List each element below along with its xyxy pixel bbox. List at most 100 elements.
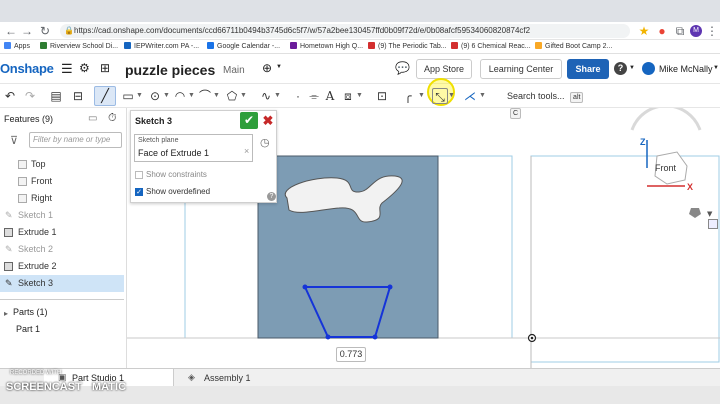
feature-item-extrude-2[interactable]: Extrude 2 [0, 258, 124, 275]
accept-check-icon[interactable]: ✔ [240, 112, 258, 129]
polygon-tool-icon[interactable]: ⬠ [224, 88, 240, 104]
chevron-down-icon[interactable]: ▼ [629, 65, 635, 71]
chevron-down-icon[interactable]: ▼ [213, 88, 220, 104]
fillet-tool-icon[interactable]: ╭ [400, 88, 416, 104]
bookmarks-bar: Apps Riverview School Di... IEPWriter.co… [0, 40, 720, 54]
star-icon[interactable]: ★ [637, 24, 651, 38]
chevron-down-icon[interactable]: ▼ [188, 88, 195, 104]
browser-menu-icon[interactable]: ⋮ [705, 24, 719, 38]
line-tool-icon[interactable]: ╱ [94, 86, 116, 106]
chevron-down-icon[interactable]: ▼ [274, 88, 281, 104]
undo-icon[interactable]: ↶ [2, 88, 18, 104]
chevron-down-icon[interactable]: ▼ [418, 88, 425, 104]
dimension-field[interactable]: 0.773 [336, 347, 366, 362]
collapse-chevron-icon[interactable]: ▸ [4, 309, 8, 318]
trim-tool-icon[interactable]: ⤡ [432, 88, 448, 104]
filter-input[interactable]: Filter by name or type [29, 132, 122, 148]
history-clock-icon[interactable]: ◷ [260, 136, 270, 149]
rollback-timer-icon[interactable]: ⏱ [108, 112, 117, 125]
extension-puzzle-icon[interactable]: ⧉ [673, 24, 687, 38]
chevron-down-icon[interactable]: ▼ [707, 210, 713, 218]
view-cube-front-label[interactable]: Front [655, 163, 676, 173]
constraint-tool-icon[interactable]: ⋌ [462, 88, 478, 104]
chevron-down-icon[interactable]: ▼ [713, 65, 719, 71]
image-tool-icon[interactable]: ⧈ [340, 88, 356, 104]
profile-avatar[interactable]: M [690, 25, 702, 37]
sketch-point[interactable] [387, 284, 393, 290]
part-item[interactable]: Part 1 [16, 324, 40, 334]
bookmark-periodic-table[interactable]: (9) The Periodic Tab... [368, 40, 448, 54]
chevron-down-icon[interactable]: ▼ [136, 88, 143, 104]
reload-icon[interactable]: ↻ [38, 24, 52, 38]
bookmark-chemical-reactions[interactable]: (9) 6 Chemical Reac... [451, 40, 531, 54]
rectangle-tool-icon[interactable]: ▭ [120, 88, 136, 104]
help-icon[interactable]: ? [267, 192, 276, 201]
url-field[interactable]: 🔒 https://cad.onshape.com/documents/ccd6… [60, 24, 630, 38]
branch-label: Main [223, 65, 245, 76]
chevron-down-icon[interactable]: ▼ [356, 88, 363, 104]
dxf-tool-icon[interactable]: ⊡ [374, 88, 390, 104]
globe-icon[interactable]: ⊕ [262, 62, 272, 75]
feature-item-extrude-1[interactable]: Extrude 1 [0, 224, 124, 241]
learning-center-button[interactable]: Learning Center [480, 59, 562, 79]
variables-icon[interactable]: ⊟ [70, 88, 86, 104]
chevron-down-icon[interactable]: ▼ [163, 88, 170, 104]
bookmark-apps[interactable]: Apps [4, 40, 30, 54]
app-store-button[interactable]: App Store [416, 59, 472, 79]
clear-selection-icon[interactable]: × [244, 146, 249, 156]
text-tool-icon[interactable]: A [322, 88, 338, 104]
chevron-down-icon[interactable]: ▼ [240, 88, 247, 104]
show-overdefined-checkbox[interactable]: ✓ [135, 188, 143, 196]
folder-icon[interactable]: ▭ [88, 113, 97, 124]
forward-icon[interactable]: → [20, 24, 34, 38]
user-name[interactable]: Mike McNally [659, 64, 713, 74]
named-views-icon[interactable] [708, 219, 718, 229]
back-icon[interactable]: ← [4, 24, 18, 38]
chevron-down-icon[interactable]: ▼ [448, 88, 455, 104]
sketch-point[interactable] [372, 334, 378, 340]
spline-tool-icon[interactable]: ∿ [258, 88, 274, 104]
parts-header[interactable]: Parts (1) [13, 307, 48, 317]
point-tool-icon[interactable]: · [290, 88, 306, 104]
bookmark-riverview[interactable]: Riverview School Di... [40, 40, 120, 54]
bookmark-gifted-boot-camp[interactable]: Gifted Boot Camp 2... [535, 40, 615, 54]
shortcut-alt: alt [570, 92, 584, 103]
sketch-point[interactable] [325, 334, 331, 340]
arc-tool-icon[interactable]: ◠ [172, 88, 188, 104]
user-avatar-icon[interactable] [642, 62, 655, 75]
feature-item-sketch-3[interactable]: ✎ Sketch 3 [0, 275, 124, 292]
help-icon[interactable]: ? [614, 62, 627, 75]
sketch-point[interactable] [302, 284, 308, 290]
bookmark-iepwriter[interactable]: IEPWriter.com PA -... [124, 40, 204, 54]
sketch-plane-box[interactable]: Sketch plane Face of Extrude 1 × [134, 134, 253, 162]
feature-item-top-plane[interactable]: Top [0, 156, 124, 173]
extension-icon[interactable]: ● [655, 24, 669, 38]
filter-icon[interactable]: ⊽ [10, 134, 18, 147]
construction-icon[interactable]: ⌯ [306, 88, 322, 104]
create-icon[interactable]: ⊞ [100, 62, 110, 75]
feature-item-front-plane[interactable]: Front [0, 173, 124, 190]
show-constraints-checkbox[interactable] [135, 171, 143, 179]
tab-assembly[interactable]: ◈ Assembly 1 [182, 369, 292, 386]
feature-item-sketch-2[interactable]: ✎ Sketch 2 [0, 241, 124, 258]
document-title[interactable]: puzzle pieces [125, 62, 215, 78]
cancel-close-icon[interactable]: ✖ [261, 112, 275, 129]
hamburger-menu-icon[interactable]: ☰ [61, 62, 73, 75]
feature-list-icon[interactable]: ▤ [48, 88, 64, 104]
onshape-logo[interactable]: Onshape [0, 61, 54, 76]
insert-icon[interactable]: ⚙ [79, 62, 90, 75]
search-tools-field[interactable]: Search tools... alt C [502, 88, 597, 119]
view-cube-rotate-arc[interactable] [630, 108, 702, 131]
bookmark-google-calendar[interactable]: Google Calendar -... [207, 40, 287, 54]
chevron-down-icon[interactable]: ▼ [479, 88, 486, 104]
comment-icon[interactable]: 💬 [395, 62, 410, 75]
feature-item-sketch-1[interactable]: ✎ Sketch 1 [0, 207, 124, 224]
chevron-down-icon[interactable]: ▼ [276, 64, 282, 70]
bookmark-hometown[interactable]: Hometown High Q... [290, 40, 365, 54]
display-mode-icon[interactable] [689, 208, 701, 218]
share-button[interactable]: Share [567, 59, 609, 79]
feature-item-right-plane[interactable]: Right [0, 190, 124, 207]
redo-icon[interactable]: ↷ [22, 88, 38, 104]
conic-tool-icon[interactable]: ⌒ [197, 88, 213, 104]
circle-tool-icon[interactable]: ⊙ [147, 88, 163, 104]
